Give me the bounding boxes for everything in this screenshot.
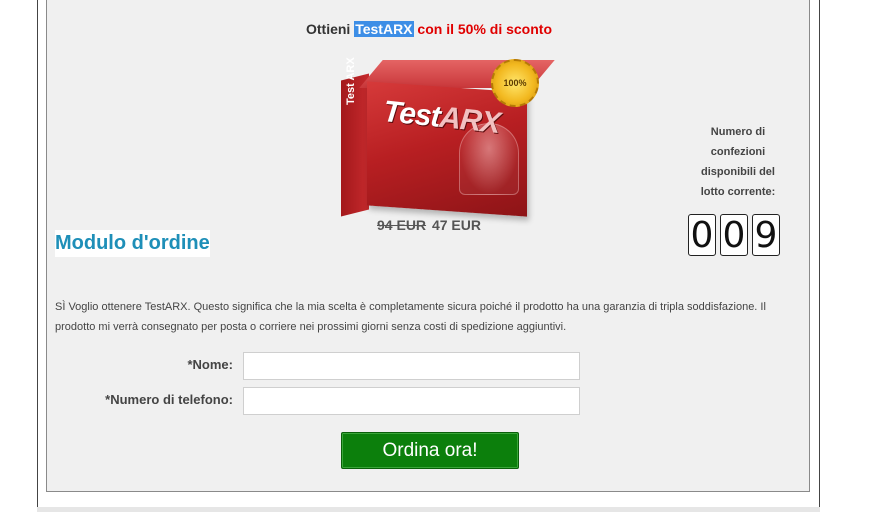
product-logo-test: Test [381,94,442,134]
seal-text: 100% [503,78,527,88]
name-label: *Nome: [187,357,233,372]
offer-discount: con il 50% di sconto [417,21,553,37]
offer-brand-highlight: TestARX [354,21,414,37]
stock-counter: 0 0 9 [688,214,780,256]
new-price: 47 EUR [431,217,481,233]
form-title: Modulo d'ordine [55,230,210,257]
offer-headline: Ottieni TestARX con il 50% di sconto [47,21,811,37]
product-side-text: Test ARX [345,57,357,105]
order-panel: Ottieni TestARX con il 50% di sconto Tes… [46,0,810,492]
stock-digit: 0 [688,214,716,256]
page-bottom-bar [37,507,820,512]
name-field[interactable] [243,352,580,380]
offer-prefix: Ottieni [305,21,351,37]
phone-field[interactable] [243,387,580,415]
order-now-button[interactable]: Ordina ora! [341,432,519,469]
guarantee-seal-icon: 100% [491,59,539,107]
stock-label: Numero di confezioni disponibili del lot… [700,126,776,198]
order-description: SÌ Voglio ottenere TestARX. Questo signi… [55,301,766,333]
page-border-right [819,0,820,512]
product-logo-arx: ARX [437,100,502,141]
product-image: TestARX Test ARX 100% [341,55,561,220]
old-price: 94 EUR [377,217,427,233]
phone-label: *Numero di telefono: [105,392,233,407]
page-border-left [37,0,38,512]
stock-digit: 0 [720,214,748,256]
stock-digit: 9 [752,214,780,256]
